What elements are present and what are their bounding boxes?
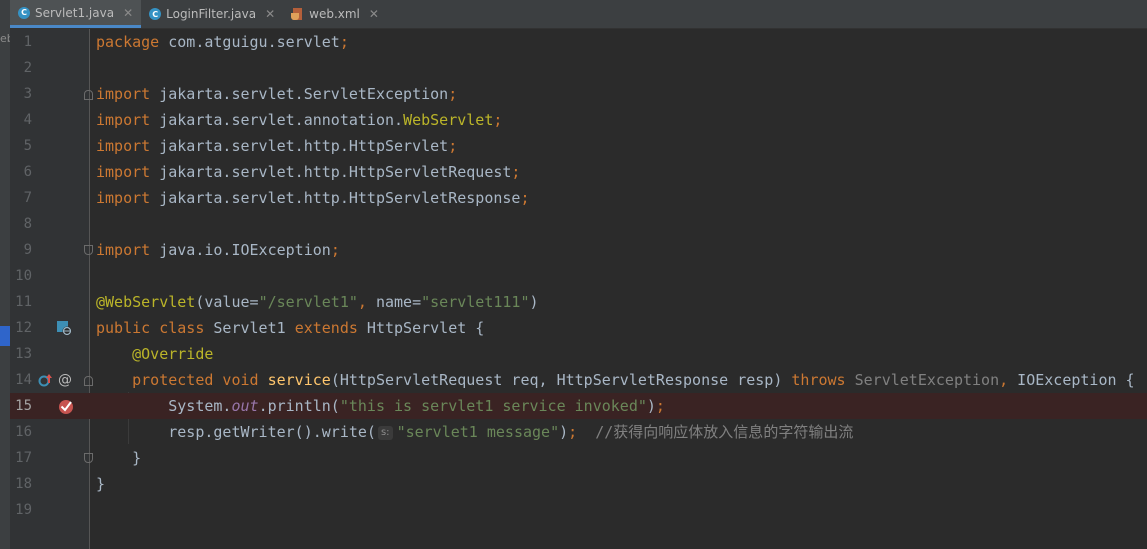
tab-label: web.xml — [309, 7, 360, 21]
close-icon[interactable]: ✕ — [265, 7, 275, 21]
tab-label: Servlet1.java — [35, 5, 115, 20]
code-line[interactable]: 6 import jakarta.servlet.http.HttpServle… — [10, 159, 1147, 185]
code-text: import jakarta.servlet.http.HttpServletR… — [96, 189, 530, 207]
xml-file-icon — [291, 8, 304, 20]
code-line[interactable]: 11 @WebServlet(value="/servlet1", name="… — [10, 289, 1147, 315]
tab-loginfilter[interactable]: C LoginFilter.java ✕ — [141, 0, 283, 28]
line-number: 11 — [15, 294, 32, 310]
close-icon[interactable]: ✕ — [369, 7, 379, 21]
line-number: 7 — [23, 190, 32, 206]
code-line[interactable]: 10 — [10, 263, 1147, 289]
project-panel-edge: eb — [0, 0, 14, 549]
parameter-hint: s: — [377, 425, 393, 440]
java-class-icon: C — [149, 8, 162, 20]
at-annotation-icon[interactable]: @ — [58, 372, 72, 388]
close-icon[interactable]: ✕ — [123, 6, 133, 20]
fold-marker-icon[interactable] — [84, 376, 93, 386]
line-number: 5 — [23, 138, 32, 154]
line-number: 13 — [15, 346, 32, 362]
tab-servlet1[interactable]: C Servlet1.java ✕ — [10, 0, 142, 28]
code-line[interactable]: 2 — [10, 55, 1147, 81]
fold-marker-icon[interactable] — [84, 245, 93, 255]
code-line[interactable]: 18 } — [10, 471, 1147, 497]
web-servlet-gutter-icon[interactable] — [56, 320, 72, 341]
breakpoint-icon[interactable] — [57, 397, 75, 420]
code-line[interactable]: 14 @ protected void service(HttpServletR… — [10, 367, 1147, 393]
line-number: 16 — [15, 424, 32, 440]
code-line[interactable]: 13 @Override — [10, 341, 1147, 367]
code-line[interactable]: 9 import java.io.IOException; — [10, 237, 1147, 263]
code-text: } — [96, 475, 106, 493]
code-line[interactable]: 4 import jakarta.servlet.annotation.WebS… — [10, 107, 1147, 133]
line-number: 4 — [23, 112, 32, 128]
code-text: import jakarta.servlet.ServletException; — [96, 85, 458, 103]
override-method-icon[interactable] — [38, 372, 54, 393]
code-text: System.out.println("this is servlet1 ser… — [168, 397, 665, 415]
code-comment: //获得向响应体放入信息的字符输出流 — [595, 423, 854, 441]
line-number: 17 — [15, 450, 32, 466]
code-line[interactable]: 1 package com.atguigu.servlet; — [10, 29, 1147, 55]
code-text: import jakarta.servlet.http.HttpServlet; — [96, 137, 458, 155]
line-number: 10 — [15, 268, 32, 284]
line-number: 12 — [15, 320, 32, 336]
code-line-breakpoint[interactable]: 15 System.out.println("this is servlet1 … — [10, 393, 1147, 419]
code-text: @WebServlet(value="/servlet1", name="ser… — [96, 293, 539, 311]
line-number: 6 — [23, 164, 32, 180]
line-number: 19 — [15, 502, 32, 518]
code-text: import java.io.IOException; — [96, 241, 340, 259]
code-text: protected void service(HttpServletReques… — [132, 371, 1135, 389]
line-number: 15 — [15, 398, 32, 414]
code-line[interactable]: 7 import jakarta.servlet.http.HttpServle… — [10, 185, 1147, 211]
editor-tab-bar: C Servlet1.java ✕ C LoginFilter.java ✕ w… — [10, 0, 1147, 29]
code-text: import jakarta.servlet.annotation.WebSer… — [96, 111, 503, 129]
tab-web-xml[interactable]: web.xml ✕ — [283, 0, 387, 28]
code-line[interactable]: 5 import jakarta.servlet.http.HttpServle… — [10, 133, 1147, 159]
code-line[interactable]: 16 resp.getWriter().write(s: "servlet1 me… — [10, 419, 1147, 445]
fold-marker-icon[interactable] — [84, 90, 93, 100]
line-number: 14 — [15, 372, 32, 388]
code-line[interactable]: 12 public class Servlet1 extends HttpSer… — [10, 315, 1147, 341]
line-number: 9 — [23, 242, 32, 258]
fold-marker-icon[interactable] — [84, 453, 93, 463]
code-text: public class Servlet1 extends HttpServle… — [96, 319, 485, 337]
line-number: 2 — [23, 60, 32, 76]
line-number: 1 — [23, 34, 32, 50]
code-text: import jakarta.servlet.http.HttpServletR… — [96, 163, 521, 181]
project-tree-selection — [0, 326, 10, 346]
code-line[interactable]: 3 import jakarta.servlet.ServletExceptio… — [10, 81, 1147, 107]
line-number: 8 — [23, 216, 32, 232]
code-text: package com.atguigu.servlet; — [96, 33, 349, 51]
code-line[interactable]: 8 — [10, 211, 1147, 237]
tab-label: LoginFilter.java — [166, 7, 257, 21]
code-text: } — [132, 449, 142, 467]
java-class-icon: C — [18, 6, 30, 19]
code-text: resp.getWriter().write(s: "servlet1 messa… — [168, 423, 854, 441]
code-line[interactable]: 17 } — [10, 445, 1147, 471]
code-text: @Override — [132, 345, 214, 363]
line-number: 3 — [23, 86, 32, 102]
code-line[interactable]: 19 — [10, 497, 1147, 523]
line-number: 18 — [15, 476, 32, 492]
